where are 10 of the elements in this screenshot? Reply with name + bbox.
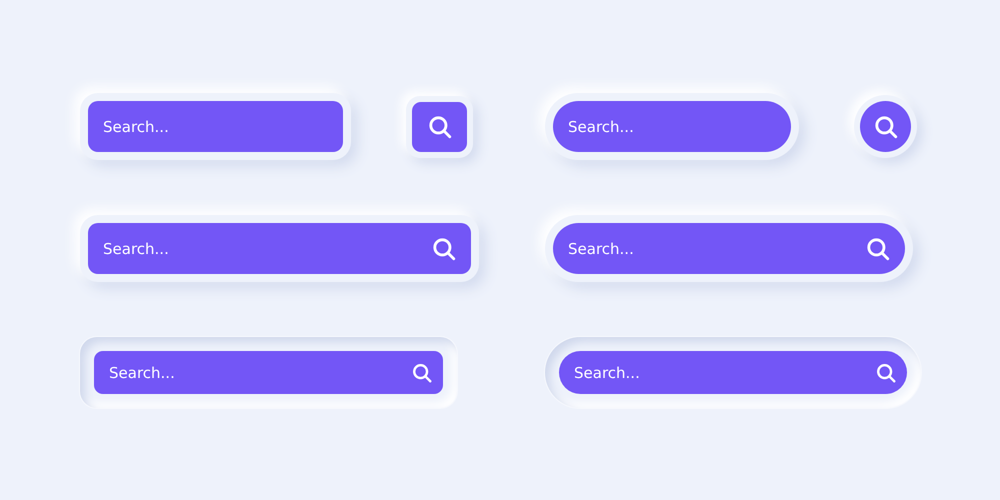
search-icon: [426, 114, 452, 140]
search-field[interactable]: Search...: [553, 223, 905, 274]
search-field[interactable]: Search...: [88, 223, 471, 274]
search-button[interactable]: [412, 102, 467, 152]
search-button[interactable]: [860, 101, 911, 152]
search-field[interactable]: Search...: [88, 101, 343, 152]
search-icon: [872, 114, 898, 140]
search-field[interactable]: Search...: [553, 101, 791, 152]
search-field[interactable]: Search...: [559, 351, 907, 394]
search-field[interactable]: Search...: [94, 351, 443, 394]
